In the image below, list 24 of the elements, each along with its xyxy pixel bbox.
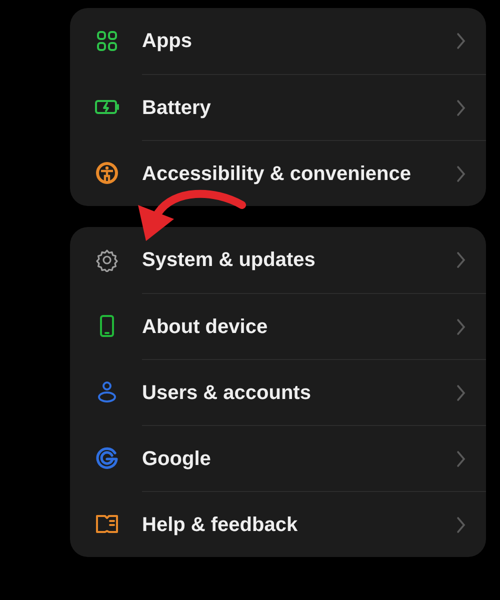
settings-item[interactable]: Help & feedback [70, 491, 486, 557]
chevron-icon [456, 516, 466, 534]
item-label: Users & accounts [142, 380, 312, 406]
settings-item[interactable]: Battery [70, 74, 486, 140]
settings-item[interactable]: Accessibility & convenience [70, 140, 486, 206]
settings-item[interactable]: About device [70, 293, 486, 359]
chevron-icon [456, 450, 466, 468]
item-label: Accessibility & convenience [142, 162, 412, 186]
chevron-icon [456, 384, 466, 402]
chevron-icon [456, 98, 466, 116]
chevron-icon [456, 32, 466, 50]
settings-item[interactable]: Apps [70, 8, 486, 74]
item-label: Google [142, 446, 212, 472]
chevron-icon [456, 164, 466, 182]
item-label: System & updates [142, 248, 316, 273]
item-label: Apps [142, 29, 193, 54]
chevron-icon [456, 318, 466, 336]
item-label: About device [142, 314, 269, 340]
settings-item[interactable]: System & updates [70, 227, 486, 293]
settings-item[interactable]: Google [70, 425, 486, 491]
settings-item[interactable]: Users & accounts [70, 359, 486, 425]
chevron-icon [456, 251, 466, 269]
item-label: Help & feedback [142, 512, 299, 538]
item-label: Battery [142, 96, 212, 120]
